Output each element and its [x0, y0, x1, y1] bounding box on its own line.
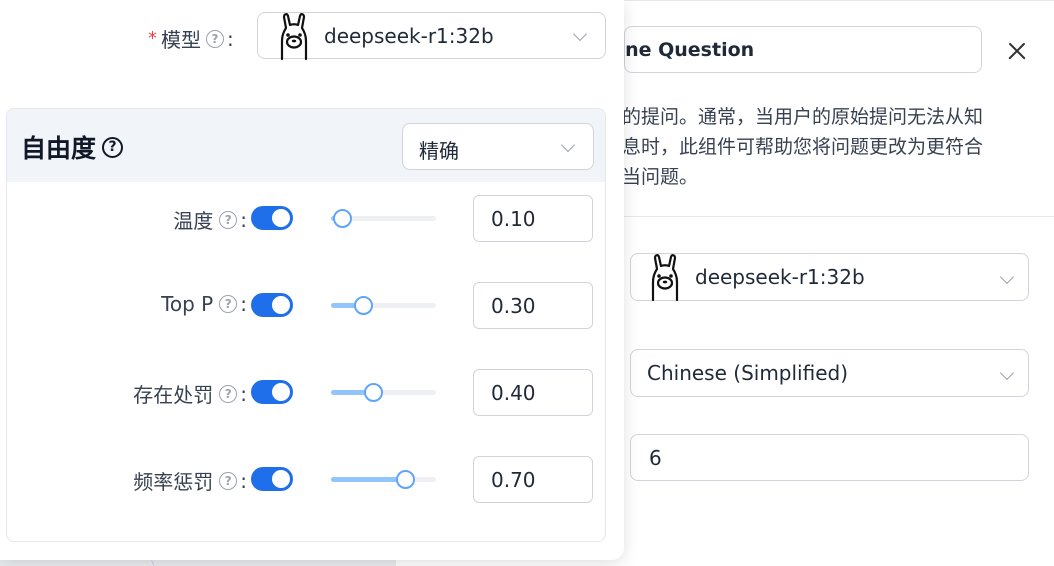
param-label: 频率惩罚 ? : [133, 466, 247, 495]
drawer-divider [616, 216, 1054, 217]
label-colon: : [240, 292, 247, 316]
slider-thumb[interactable] [364, 383, 383, 402]
model-label-text: 模型 [161, 28, 201, 52]
freedom-header: 自由度 ? 精确 [7, 109, 605, 182]
drawer-model-select[interactable]: deepseek-r1:32b [630, 253, 1029, 302]
description-line: 的提问。通常，当用户的原始提问无法从知 [622, 106, 984, 128]
chevron-down-icon [999, 365, 1015, 381]
drawer-model-value: deepseek-r1:32b [695, 265, 865, 289]
chevron-down-icon [572, 26, 588, 42]
chevron-down-icon [560, 137, 576, 153]
param-toggle[interactable] [251, 293, 293, 317]
param-slider[interactable] [331, 209, 436, 228]
chevron-down-icon [999, 269, 1015, 285]
param-toggle[interactable] [251, 206, 293, 230]
param-toggle[interactable] [251, 467, 293, 491]
param-number-input[interactable]: 0.10 [473, 195, 593, 242]
drawer-description: 的提问。通常，当用户的原始提问无法从知 息时，此组件可帮助您将问题更改为更符合 … [622, 102, 1022, 192]
label-colon: : [227, 26, 234, 51]
drawer-number-input[interactable]: 6 [630, 434, 1029, 481]
param-number-input[interactable]: 0.40 [473, 369, 593, 416]
model-select[interactable]: deepseek-r1:32b [257, 12, 606, 60]
drawer-title-input[interactable]: fine Question [624, 26, 982, 73]
drawer-language-value: Chinese (Simplified) [647, 361, 849, 385]
param-row-temperature: 温度 ? : 0.10 [7, 195, 605, 242]
required-mark: * [148, 28, 157, 49]
model-field-row: * 模型 ? : deepseek-r1:32b [0, 12, 624, 60]
label-colon: : [240, 207, 247, 232]
description-line: 息时，此组件可帮助您将问题更改为更符合 [622, 136, 984, 158]
slider-thumb[interactable] [395, 470, 415, 489]
param-slider[interactable] [331, 383, 436, 402]
param-label-text: 频率惩罚 [133, 470, 214, 494]
help-circle-icon[interactable]: ? [219, 210, 238, 229]
param-label: Top P ? : [161, 292, 247, 316]
param-row-presence-penalty: 存在处罚 ? : 0.40 [7, 369, 605, 416]
param-label: 存在处罚 ? : [133, 379, 247, 408]
help-circle-icon[interactable]: ? [206, 29, 224, 48]
model-settings-popover: * 模型 ? : deepseek-r1:32b 自由度 ? 精确 温度 ?:… [0, 0, 624, 560]
param-slider[interactable] [331, 296, 436, 315]
param-toggle[interactable] [251, 380, 293, 404]
llama-icon [280, 12, 308, 60]
model-label: * 模型 ? : [148, 24, 234, 53]
slider-thumb[interactable] [353, 296, 373, 315]
help-circle-icon[interactable]: ? [219, 384, 238, 403]
label-colon: : [240, 468, 247, 493]
description-line: 当问题。 [622, 166, 699, 188]
drawer-language-select[interactable]: Chinese (Simplified) [630, 349, 1029, 397]
freedom-preset-select[interactable]: 精确 [402, 123, 594, 170]
drawer-title-text: fine Question [624, 39, 755, 61]
param-slider[interactable] [331, 470, 436, 489]
param-number-input[interactable]: 0.70 [473, 456, 593, 503]
slider-fill [331, 477, 405, 482]
param-label-text: 温度 [173, 209, 214, 233]
freedom-title: 自由度 ? [21, 129, 126, 165]
param-number-input[interactable]: 0.30 [473, 282, 593, 329]
param-label-text: 存在处罚 [133, 383, 214, 407]
llama-icon [651, 254, 679, 302]
help-circle-icon[interactable]: ? [102, 136, 124, 158]
freedom-section: 自由度 ? 精确 温度 ? : 0.10 Top P ?: 0.30 存在处罚… [6, 108, 606, 542]
preset-select-value: 精确 [419, 139, 459, 163]
slider-thumb[interactable] [332, 209, 352, 228]
help-circle-icon[interactable]: ? [219, 471, 238, 490]
model-select-value: deepseek-r1:32b [324, 23, 494, 48]
help-circle-icon[interactable]: ? [219, 295, 238, 313]
freedom-title-text: 自由度 [21, 134, 97, 163]
param-label: 温度 ? : [173, 205, 247, 234]
drawer-number-value: 6 [649, 445, 662, 470]
label-colon: : [240, 381, 247, 406]
param-row-top-p: Top P ? : 0.30 [7, 282, 605, 329]
param-row-frequency-penalty: 频率惩罚 ? : 0.70 [7, 456, 605, 503]
close-icon[interactable] [1002, 36, 1032, 66]
param-label-text: Top P [161, 292, 214, 316]
